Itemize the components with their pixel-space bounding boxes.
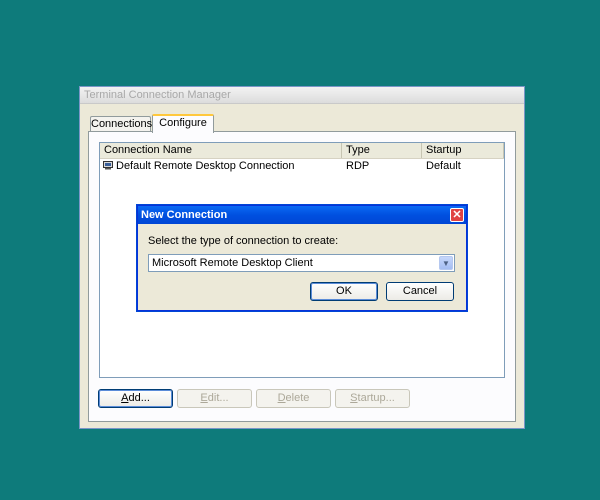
connection-startup-cell: Default (426, 160, 461, 172)
column-header-connection-name[interactable]: Connection Name (100, 143, 342, 158)
edit-button-mnemonic: E (200, 392, 208, 404)
chevron-down-icon[interactable]: ▼ (439, 256, 453, 270)
rdp-computer-icon (103, 160, 113, 170)
connection-type-value: Microsoft Remote Desktop Client (152, 257, 313, 269)
add-button-label: dd... (128, 392, 150, 404)
delete-button-mnemonic: D (277, 392, 286, 404)
list-header: Connection Name Type Startup (100, 143, 504, 159)
connection-name-cell: Default Remote Desktop Connection (103, 159, 295, 174)
dialog-title: New Connection (138, 206, 466, 224)
list-item[interactable]: Default Remote Desktop Connection RDP De… (100, 159, 504, 174)
delete-button-label: elete (285, 392, 310, 404)
connection-type-dropdown[interactable]: Microsoft Remote Desktop Client ▼ (148, 254, 455, 272)
tab-configure[interactable]: Configure (152, 114, 214, 133)
edit-button-label: dit... (207, 392, 229, 404)
edit-button[interactable]: Edit... (177, 389, 252, 408)
startup-button-mnemonic: S (350, 392, 358, 404)
add-button[interactable]: Add... (98, 389, 173, 408)
new-connection-dialog: New Connection ✕ Select the type of conn… (137, 205, 467, 311)
column-header-type[interactable]: Type (342, 143, 422, 158)
close-icon[interactable]: ✕ (450, 208, 464, 222)
main-window-title: Terminal Connection Manager (80, 87, 524, 104)
connection-name-text: Default Remote Desktop Connection (116, 160, 295, 172)
startup-button-label: tartup... (357, 392, 395, 404)
connection-type-cell: RDP (346, 160, 370, 172)
startup-button[interactable]: Startup... (335, 389, 410, 408)
ok-button[interactable]: OK (310, 282, 378, 301)
delete-button[interactable]: Delete (256, 389, 331, 408)
tab-connections[interactable]: Connections (90, 116, 152, 132)
connection-type-prompt: Select the type of connection to create: (148, 235, 339, 247)
cancel-button[interactable]: Cancel (386, 282, 454, 301)
column-header-startup[interactable]: Startup (422, 143, 504, 158)
